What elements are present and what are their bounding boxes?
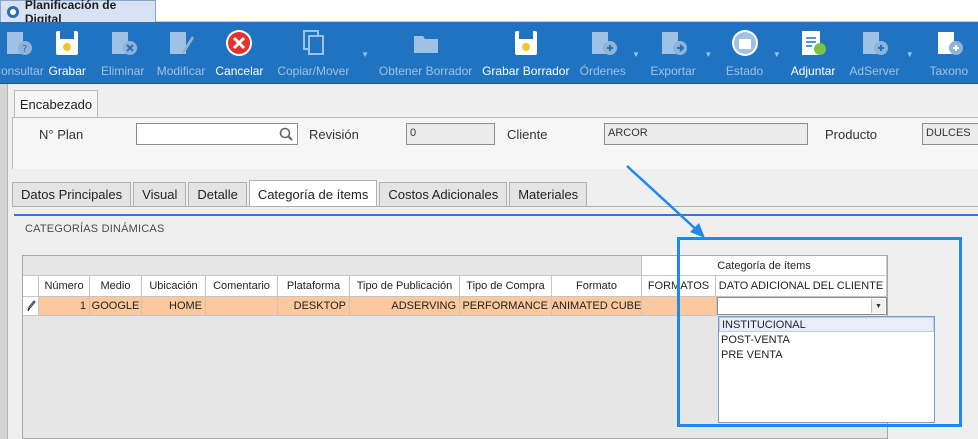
column-header[interactable]: Número xyxy=(39,276,90,297)
table-cell[interactable]: 1 xyxy=(39,297,90,316)
column-header[interactable]: Formato xyxy=(552,276,642,297)
save-icon xyxy=(56,31,79,55)
cancel-icon xyxy=(226,30,253,56)
column-header[interactable]: Tipo de Compra xyxy=(460,276,552,297)
eliminar-button[interactable]: Eliminar xyxy=(94,22,150,83)
tab-datos-principales[interactable]: Datos Principales xyxy=(12,182,132,206)
edit-icon xyxy=(170,32,195,54)
table-cell[interactable]: DESKTOP xyxy=(278,297,350,316)
section-divider xyxy=(14,214,978,216)
estado-button[interactable]: Estado ▼ xyxy=(718,22,781,83)
column-header[interactable]: Ubicación xyxy=(142,276,206,297)
exportar-button[interactable]: Exportar ▼ xyxy=(644,22,712,83)
orders-icon xyxy=(591,32,617,55)
annotation-highlight-box xyxy=(677,237,962,427)
copiar-mover-button[interactable]: Copiar/Mover ▼ xyxy=(268,22,369,83)
tab-costos-adicionales[interactable]: Costos Adicionales xyxy=(379,182,508,206)
chevron-down-icon[interactable]: ▼ xyxy=(704,50,712,59)
copy-icon xyxy=(303,30,325,55)
svg-text:?: ? xyxy=(22,44,27,55)
client-field: ARCOR xyxy=(604,123,808,145)
chevron-down-icon[interactable]: ▼ xyxy=(773,50,781,59)
search-icon[interactable] xyxy=(279,127,293,141)
chevron-down-icon[interactable]: ▼ xyxy=(361,50,369,59)
table-cell[interactable] xyxy=(206,297,278,316)
status-icon xyxy=(731,30,758,56)
attach-icon xyxy=(802,31,827,55)
tab-visual[interactable]: Visual xyxy=(133,182,187,206)
toolbar: ? Consultar Grabar Eliminar Modificar Ca… xyxy=(0,22,978,84)
revision-label: Revisión xyxy=(309,127,359,142)
product-field: DULCES xyxy=(922,123,978,145)
table-cell[interactable]: PERFORMANCE xyxy=(460,297,552,316)
taxonomy-icon xyxy=(937,32,963,55)
table-cell[interactable]: ADSERVING xyxy=(350,297,460,316)
product-label: Producto xyxy=(825,127,878,142)
chevron-down-icon[interactable]: ▼ xyxy=(632,50,640,59)
left-sidebar-strip xyxy=(0,84,8,439)
plan-label: N° Plan xyxy=(39,127,84,142)
tab-detalle[interactable]: Detalle xyxy=(188,182,247,206)
export-icon xyxy=(662,32,688,55)
row-edit-indicator[interactable] xyxy=(23,297,39,316)
grabar-borrador-button[interactable]: Grabar Borrador xyxy=(478,22,573,83)
tab-encabezado[interactable]: Encabezado xyxy=(14,90,98,118)
adserver-button[interactable]: AdServer ▼ xyxy=(845,22,914,83)
column-header[interactable]: Plataforma xyxy=(278,276,350,297)
query-icon: ? xyxy=(7,32,32,55)
plan-input[interactable] xyxy=(136,123,298,145)
adserver-icon xyxy=(863,32,889,55)
table-cell[interactable]: GOOGLE xyxy=(90,297,142,316)
section-title: CATEGORÍAS DINÁMICAS xyxy=(25,223,165,235)
client-label: Cliente xyxy=(507,127,548,142)
adjuntar-button[interactable]: Adjuntar xyxy=(785,22,841,83)
grabar-button[interactable]: Grabar xyxy=(40,22,94,83)
grid-group-spacer xyxy=(23,256,642,276)
tab-materiales[interactable]: Materiales xyxy=(509,182,588,206)
revision-field: 0 xyxy=(406,123,495,145)
cancelar-button[interactable]: Cancelar xyxy=(211,22,267,83)
column-header[interactable]: Comentario xyxy=(206,276,278,297)
app-logo-icon xyxy=(7,5,19,18)
tab-categoria-items[interactable]: Categoría de ítems xyxy=(248,180,378,207)
window-tabbar: Planificación de Digital xyxy=(0,0,978,26)
obtener-borrador-button[interactable]: Obtener Borrador xyxy=(373,22,478,83)
pencil-icon xyxy=(27,300,36,312)
table-cell[interactable]: ANIMATED CUBE xyxy=(552,297,642,316)
folder-icon xyxy=(413,36,438,53)
window-tab[interactable]: Planificación de Digital xyxy=(0,0,156,26)
row-selector-header xyxy=(23,276,39,297)
save-draft-icon xyxy=(514,31,537,55)
ordenes-button[interactable]: Órdenes ▼ xyxy=(575,22,640,83)
column-header[interactable]: Tipo de Publicación xyxy=(350,276,460,297)
taxonomia-button[interactable]: Taxono xyxy=(920,22,978,83)
chevron-down-icon[interactable]: ▼ xyxy=(906,50,914,59)
modificar-button[interactable]: Modificar xyxy=(151,22,211,83)
consultar-button[interactable]: ? Consultar xyxy=(0,22,44,83)
detail-tabs: Datos Principales Visual Detalle Categor… xyxy=(12,180,589,207)
table-cell[interactable]: HOME xyxy=(142,297,206,316)
delete-icon xyxy=(111,32,137,55)
column-header[interactable]: Medio xyxy=(90,276,142,297)
